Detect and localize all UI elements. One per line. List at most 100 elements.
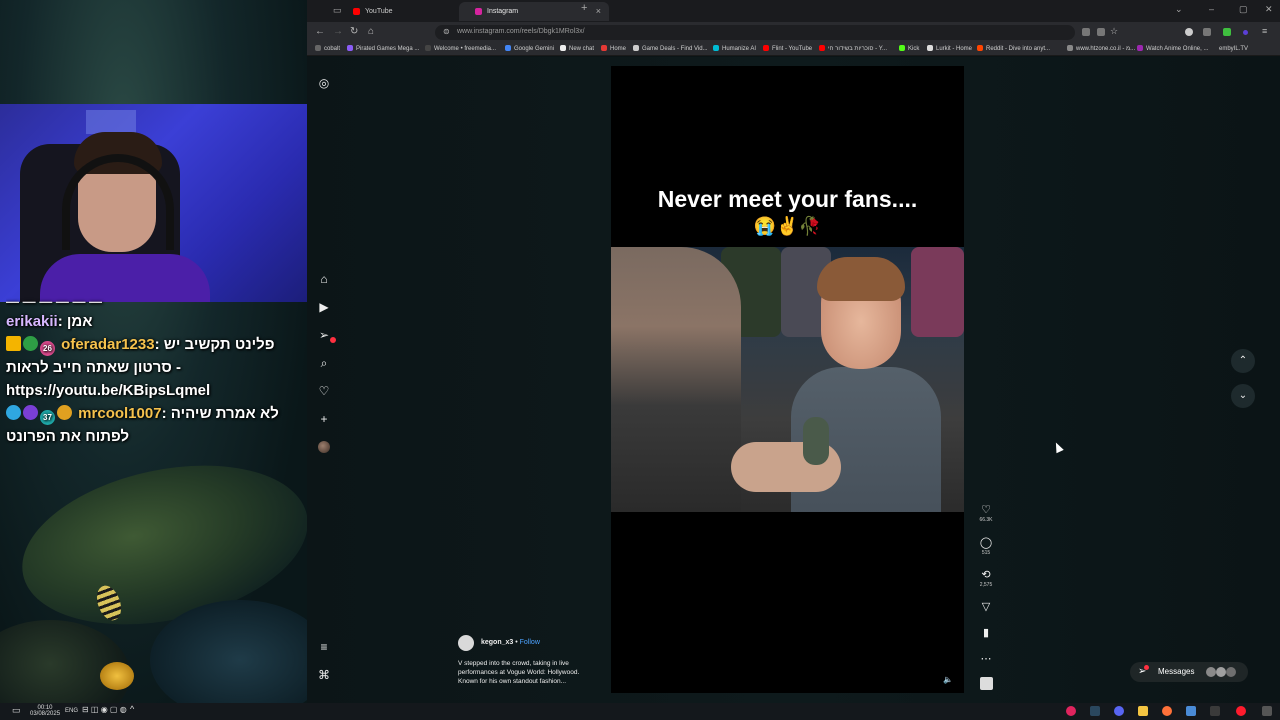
microphone [803,417,829,465]
plus-icon[interactable]: + [317,412,331,426]
forward-icon[interactable]: → [333,27,343,37]
extension-icon[interactable] [1185,28,1193,36]
bookmark[interactable]: Watch Anime Online, ... [1137,45,1208,54]
bookmark-favicon-icon [1067,45,1073,51]
meta-icon[interactable]: ⌘ [317,668,331,682]
profile-icon[interactable] [1243,30,1248,35]
bookmark-favicon-icon [977,45,983,51]
sub-badge-icon [23,405,38,420]
reel-video-frame[interactable] [611,247,964,512]
message-avatar [1226,667,1236,677]
author-line: kegon_x3 • Follow [481,639,540,646]
chevron-up-icon[interactable]: ^ [130,705,134,714]
show-desktop-icon[interactable] [1262,706,1272,716]
discord-icon[interactable] [1114,706,1124,716]
streamer-shirt [40,254,210,302]
bookmark[interactable]: cobalt [315,45,340,54]
tray-icons[interactable]: ⊟ ◫ ◉ ▢ ◍ [82,706,127,714]
bookmark[interactable]: Humanize AI [713,45,756,54]
previous-reel-button[interactable]: ⌃ [1231,349,1255,373]
chat-username: erikakii [6,313,58,330]
menu-icon[interactable]: ≡ [1262,26,1270,36]
reader-icon[interactable] [1082,28,1090,36]
sub-badge-icon [23,336,38,351]
bookmark-favicon-icon [315,45,321,51]
close-window-icon[interactable]: ✕ [1265,4,1273,15]
bookmark-star-icon[interactable]: ☆ [1110,26,1118,36]
bookmark-favicon-icon [505,45,511,51]
more-button[interactable]: ⋯ [976,653,996,665]
screen: — — — — — — erikakii: אמן 26 oferadar123… [0,0,1280,720]
back-icon[interactable]: ← [315,27,325,37]
bookmarks-bar: cobalt Pirated Games Mega ... Welcome • … [307,43,1280,56]
bookmark[interactable]: New chat [560,45,594,54]
profile-avatar[interactable] [318,441,330,453]
browser-toolbar: ← → ↻ ⌂ ⊜ www.instagram.com/reels/Dbgk1M… [307,22,1280,43]
share-button[interactable]: ▽ [976,601,996,613]
reel-player[interactable]: Never meet your fans.... 😭✌️🥀 [611,66,964,693]
reel-caption[interactable]: V stepped into the crowd, taking in live… [458,659,598,686]
rock [150,600,330,720]
search-icon[interactable]: ⌕ [317,356,331,370]
bookmark[interactable]: Game Deals - Find Vid... [633,45,708,54]
firefox-icon[interactable] [1162,706,1172,716]
new-tab-icon[interactable]: + [581,3,590,14]
steam-icon[interactable] [1090,706,1100,716]
instagram-icon[interactable]: ◎ [317,76,331,90]
author-username[interactable]: kegon_x3 [481,639,513,646]
screenshot-icon[interactable] [1097,28,1105,36]
author-avatar[interactable] [458,635,474,651]
bookmark[interactable]: embyIL.TV [1219,45,1248,54]
clock[interactable]: 00:10 03/08/2025 [30,705,60,717]
like-count: 66.3K [979,517,993,523]
app-icon[interactable] [1186,706,1196,716]
app-icon[interactable] [1210,706,1220,716]
media-player-icon[interactable] [1066,706,1076,716]
bookmark[interactable]: סוכריות בשידור חי - Y... [819,45,887,54]
bookmark[interactable]: Reddit - Dive into anyt... [977,45,1050,54]
heart-icon[interactable]: ♡ [317,384,331,398]
sword-badge-icon [6,405,21,420]
close-icon[interactable]: × [596,2,601,21]
bookmark[interactable]: Lurkit - Home [927,45,972,54]
mute-icon[interactable]: 🔈 [943,675,953,684]
save-button[interactable]: ▮ [976,627,996,639]
messages-button[interactable]: ➢ Messages [1130,662,1248,682]
bookmark[interactable]: Pirated Games Mega ... [347,45,419,54]
next-reel-button[interactable]: ⌄ [1231,384,1255,408]
bookmark[interactable]: Google Gemini [505,45,554,54]
bookmark[interactable]: www.htzone.co.il - מ... [1067,45,1135,54]
maximize-icon[interactable]: ▢ [1239,4,1248,15]
language-indicator[interactable]: ENG [65,708,78,714]
chat-text: אמן [66,313,93,330]
notification-dot [330,337,336,343]
file-explorer-icon[interactable] [1138,706,1148,716]
opera-gx-icon[interactable] [1236,706,1246,716]
comment-button[interactable]: ◯ 515 [976,537,996,557]
menu-icon[interactable]: ≡ [317,640,331,654]
notification-icon[interactable]: ▭ [12,706,21,715]
bookmark-icon: ▮ [982,627,990,639]
reels-icon[interactable]: ▶ [317,300,331,314]
audio-button[interactable] [976,677,996,695]
home-icon[interactable]: ⌂ [368,27,374,37]
follow-link[interactable]: Follow [520,639,540,646]
home-icon[interactable]: ⌂ [317,272,331,286]
repost-button[interactable]: ⟲ 2,575 [976,569,996,589]
like-button[interactable]: ♡ 66.3K [976,504,996,524]
bookmark[interactable]: Welcome • freemedia... [425,45,496,54]
window-light [86,110,136,134]
bookmark[interactable]: Flint - YouTube [763,45,812,54]
extension-icon[interactable] [1203,28,1211,36]
extension-icon[interactable] [1223,28,1231,36]
repost-icon: ⟲ [981,569,991,581]
yellow-fish [100,662,134,690]
chevron-down-icon[interactable]: ⌄ [1175,4,1183,15]
send-icon[interactable]: ➢ [317,328,331,342]
minimize-icon[interactable]: – [1209,4,1214,14]
address-bar[interactable]: ⊜ www.instagram.com/reels/Dbgk1MRol3x/ [435,25,1075,40]
site-info-icon[interactable]: ⊜ [443,27,450,36]
bookmark[interactable]: Home [601,45,626,54]
bookmark[interactable]: Kick [899,45,919,54]
reload-icon[interactable]: ↻ [350,27,358,37]
